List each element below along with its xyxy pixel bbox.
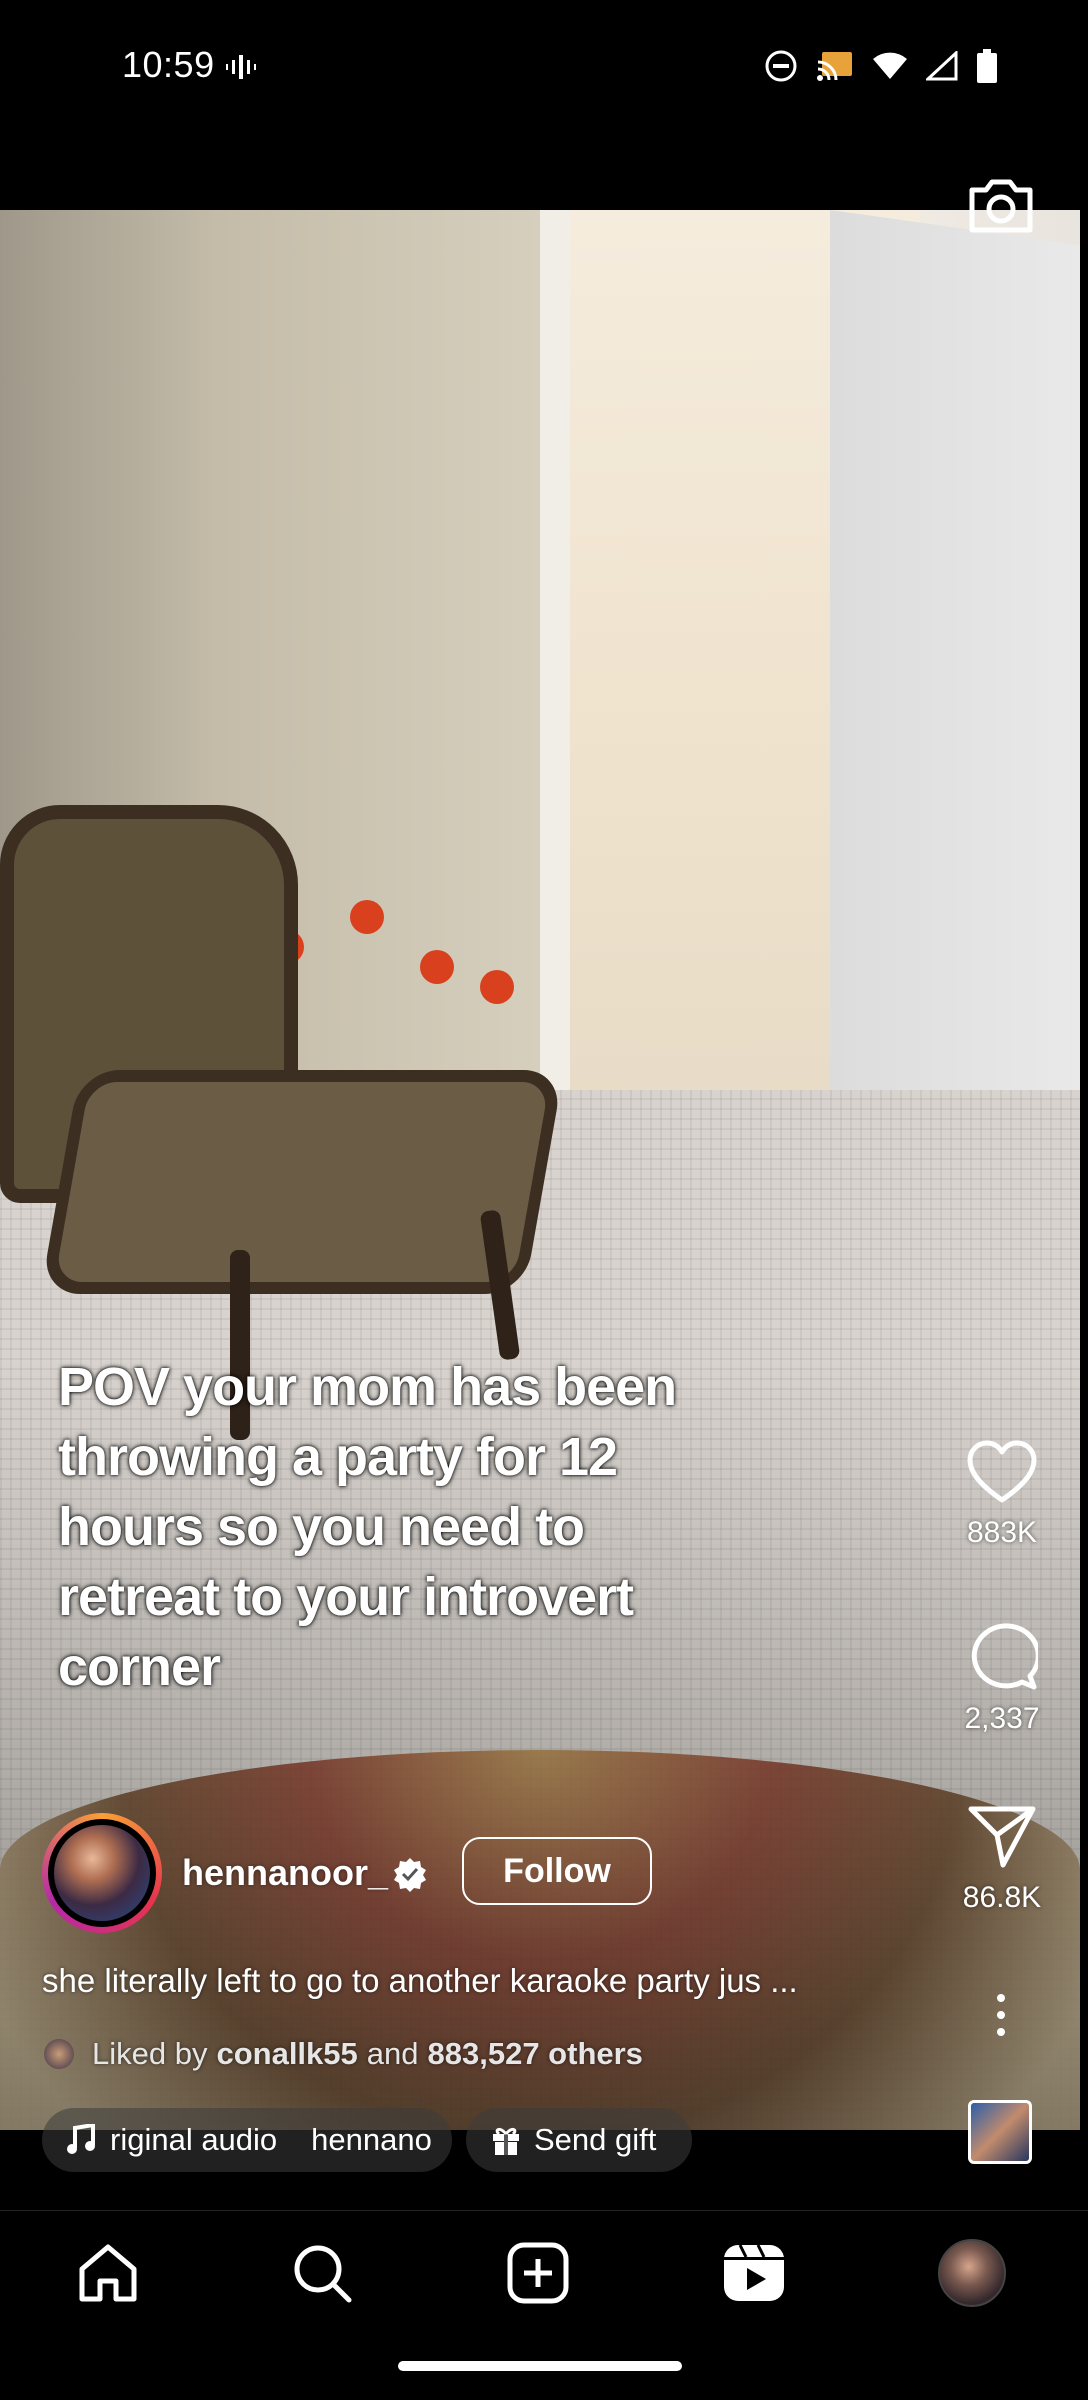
audio-pill[interactable]: riginal audio hennano [42,2108,452,2172]
liked-by-user[interactable]: conallk55 [216,2036,357,2072]
share-icon[interactable] [967,1805,1037,1869]
reel-caption[interactable]: she literally left to go to another kara… [42,1962,922,2000]
like-action[interactable]: 883K [950,1440,1054,1550]
music-note-icon [67,2124,95,2154]
flower [420,950,454,984]
share-count: 86.8K [962,1881,1042,1914]
gift-icon [493,2127,519,2155]
liked-by-avatar [44,2039,74,2069]
create-icon[interactable] [506,2241,570,2305]
status-icons [764,48,998,84]
do-not-disturb-icon [765,50,797,82]
flower [480,970,514,1004]
audio-artist: hennano [311,2122,432,2157]
status-bar: 10:59 [0,0,1088,136]
more-options-icon[interactable] [986,1990,1016,2040]
verified-badge-icon [394,1858,426,1892]
signal-icon [926,51,958,81]
flower [350,900,384,934]
reel-overlay-text: POV your mom has been throwing a party f… [58,1357,677,1697]
video-doorframe [540,210,570,1190]
wifi-icon [873,52,907,79]
send-gift-button[interactable]: Send gift [466,2108,692,2172]
comment-count: 2,337 [964,1702,1040,1735]
home-indicator[interactable] [398,2361,682,2371]
liked-by-and: and [366,2036,419,2071]
cast-icon [817,52,852,81]
liked-by-others[interactable]: 883,527 others [428,2036,643,2072]
author-username[interactable]: hennanoor_ [182,1852,388,1894]
audio-thumbnail[interactable] [968,2100,1032,2164]
comment-icon[interactable] [966,1620,1038,1690]
battery-icon [977,49,997,83]
camera-icon[interactable] [966,170,1036,240]
author-avatar[interactable] [42,1813,162,1933]
home-icon[interactable] [76,2241,140,2305]
reels-icon[interactable] [722,2241,786,2305]
follow-button[interactable]: Follow [462,1837,652,1905]
like-count: 883K [966,1516,1038,1549]
liked-by-row[interactable]: Liked by conallk55 and 883,527 others [44,2036,643,2072]
profile-avatar[interactable] [938,2239,1006,2307]
send-gift-label: Send gift [534,2122,657,2157]
search-icon[interactable] [290,2241,354,2305]
liked-by-prefix: Liked by [92,2036,208,2071]
status-time: 10:59 [122,44,215,85]
audio-title: riginal audio [110,2122,278,2157]
chair-seat [40,1070,564,1294]
bottom-nav [0,2210,1088,2331]
heart-icon[interactable] [966,1440,1038,1504]
comment-action[interactable]: 2,337 [950,1620,1054,1736]
share-action[interactable]: 86.8K [950,1805,1054,1915]
vibrate-icon [226,55,256,79]
